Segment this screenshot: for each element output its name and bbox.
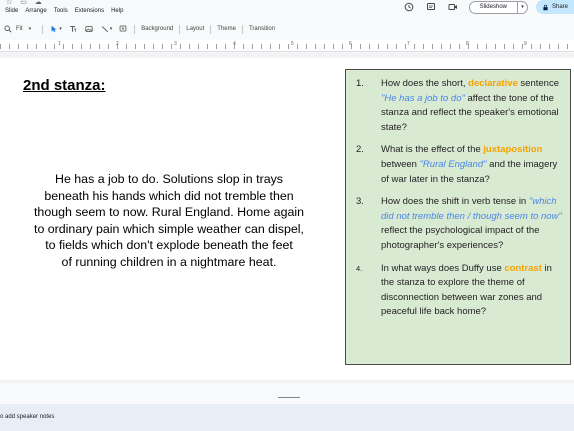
theme-button[interactable]: Theme [214, 23, 239, 35]
select-tool[interactable]: ▾ [46, 23, 65, 35]
zoom-label: Fit [16, 26, 23, 32]
question-item: 2. What is the effect of the juxtapositio… [356, 143, 562, 187]
keyword-highlight: juxtaposition [483, 144, 543, 156]
doc-status-icons: ☆ ▭ ☁ [6, 0, 45, 6]
zoom-select[interactable]: Fit ▾ [0, 23, 34, 35]
toolbar: Fit ▾ ▾ ▾ Background Layout Theme Transi… [0, 22, 574, 36]
video-call-icon[interactable] [447, 2, 459, 12]
toolbar-divider [42, 24, 44, 34]
question-text-span: sentence [517, 78, 559, 89]
speaker-notes-placeholder[interactable]: o add speaker notes [0, 414, 54, 420]
menu-bar: Slide Arrange Tools Extensions Help [5, 8, 123, 14]
notes-resize-handle[interactable] [278, 397, 300, 398]
add-comment-icon [118, 24, 128, 34]
share-button[interactable]: Share [536, 0, 574, 14]
lock-icon [543, 4, 548, 10]
ruler-number: 9 [524, 41, 527, 47]
text-box-tool[interactable] [65, 23, 81, 35]
line-icon [100, 24, 110, 34]
share-label: Share [552, 4, 569, 10]
ruler-number: 2 [116, 41, 119, 47]
history-icon[interactable] [403, 2, 415, 12]
ruler-number: 3 [174, 41, 177, 47]
menu-extensions[interactable]: Extensions [75, 8, 104, 14]
slides-editor: ☆ ▭ ☁ Slide Arrange Tools Extensions Hel… [0, 0, 574, 431]
zoom-chevron-down-icon: ▾ [28, 26, 32, 32]
slideshow-options-chevron-icon[interactable]: ▾ [518, 0, 528, 14]
question-text: How does the short, declarative sentence… [381, 77, 562, 135]
menu-help[interactable]: Help [111, 8, 123, 14]
poem-text-box[interactable]: He has a job to do. Solutions slop in tr… [20, 171, 318, 271]
ruler-number: 8 [466, 41, 469, 47]
toolbar-divider [179, 24, 181, 34]
poem-line: though seem to now. Rural England. Home … [33, 205, 304, 220]
slideshow-button[interactable]: Slideshow [468, 0, 518, 14]
text-box-icon [68, 24, 78, 34]
line-tool[interactable]: ▾ [97, 23, 116, 35]
poem-line: He has a job to do. Solutions slop in tr… [55, 172, 283, 186]
image-tool[interactable] [81, 23, 97, 35]
questions-list: 1. How does the short, declarative senten… [356, 77, 562, 320]
question-item: 4. In what ways does Duffy use contrast i… [356, 262, 562, 320]
image-icon [84, 24, 94, 34]
keyword-highlight: contrast [504, 262, 542, 274]
ruler-ticks [0, 44, 574, 49]
insert-comment-tool[interactable] [115, 23, 131, 35]
header-bar: ☆ ▭ ☁ Slide Arrange Tools Extensions Hel… [0, 0, 574, 20]
keyword-highlight: declarative [468, 78, 518, 89]
ruler-number: 7 [407, 41, 410, 47]
question-text-span: reflect the psychological impact of the … [381, 225, 540, 251]
line-chevron-down-icon: ▾ [109, 26, 113, 32]
question-text-span: How does the shift in verb tense in [381, 196, 529, 208]
question-item: 3. How does the shift in verb tense in "w… [356, 195, 562, 253]
select-chevron-down-icon: ▾ [59, 26, 62, 32]
question-text-span: between [381, 158, 420, 170]
question-text: What is the effect of the juxtaposition … [381, 143, 562, 187]
questions-box[interactable]: 1. How does the short, declarative senten… [345, 69, 571, 365]
question-number: 2. [356, 144, 364, 156]
quoted-text: "Rural England" [419, 158, 487, 170]
question-text: How does the shift in verb tense in "whi… [381, 195, 562, 253]
question-text-span: In what ways does Duffy use [381, 262, 505, 274]
menu-tools[interactable]: Tools [54, 8, 68, 14]
question-item: 1. How does the short, declarative senten… [356, 77, 562, 135]
poem-line: to ordinary pain which simple weather ca… [34, 221, 304, 236]
zoom-icon [3, 24, 13, 34]
transition-button[interactable]: Transition [246, 23, 278, 35]
horizontal-ruler[interactable]: 1 2 3 4 5 6 7 8 9 [0, 40, 574, 52]
quoted-text: "He has a job to do" [381, 92, 465, 104]
comments-icon[interactable] [425, 2, 437, 12]
background-button[interactable]: Background [138, 23, 176, 35]
toolbar-divider [210, 24, 212, 34]
ruler-number: 6 [349, 41, 352, 47]
menu-arrange[interactable]: Arrange [25, 8, 46, 14]
menu-slide[interactable]: Slide [5, 8, 18, 14]
question-number: 3. [356, 196, 364, 208]
slide-title[interactable]: 2nd stanza: [23, 77, 106, 94]
toolbar-divider [241, 24, 243, 34]
poem-line: of running children in a nightmare heat. [61, 254, 277, 269]
question-number: 1. [356, 78, 364, 89]
question-text-span: How does the short, [381, 78, 469, 89]
ruler-number: 5 [291, 41, 294, 47]
cursor-icon [49, 24, 59, 34]
slide[interactable]: 2nd stanza: He has a job to do. Solution… [0, 58, 574, 380]
question-number: 4. [356, 263, 363, 273]
speaker-notes-panel[interactable]: o add speaker notes [0, 404, 574, 431]
toolbar-divider [134, 24, 136, 34]
layout-button[interactable]: Layout [183, 23, 207, 35]
question-text: In what ways does Duffy use contrast in … [381, 262, 562, 320]
poem-line: to fields which don't explode beneath th… [45, 238, 293, 253]
poem-line: beneath his hands which did not tremble … [44, 188, 294, 203]
ruler-number: 1 [58, 41, 61, 47]
header-actions: Slideshow ▾ Share [403, 0, 574, 14]
question-text-span: What is the effect of the [381, 144, 484, 156]
ruler-number: 4 [233, 41, 236, 47]
